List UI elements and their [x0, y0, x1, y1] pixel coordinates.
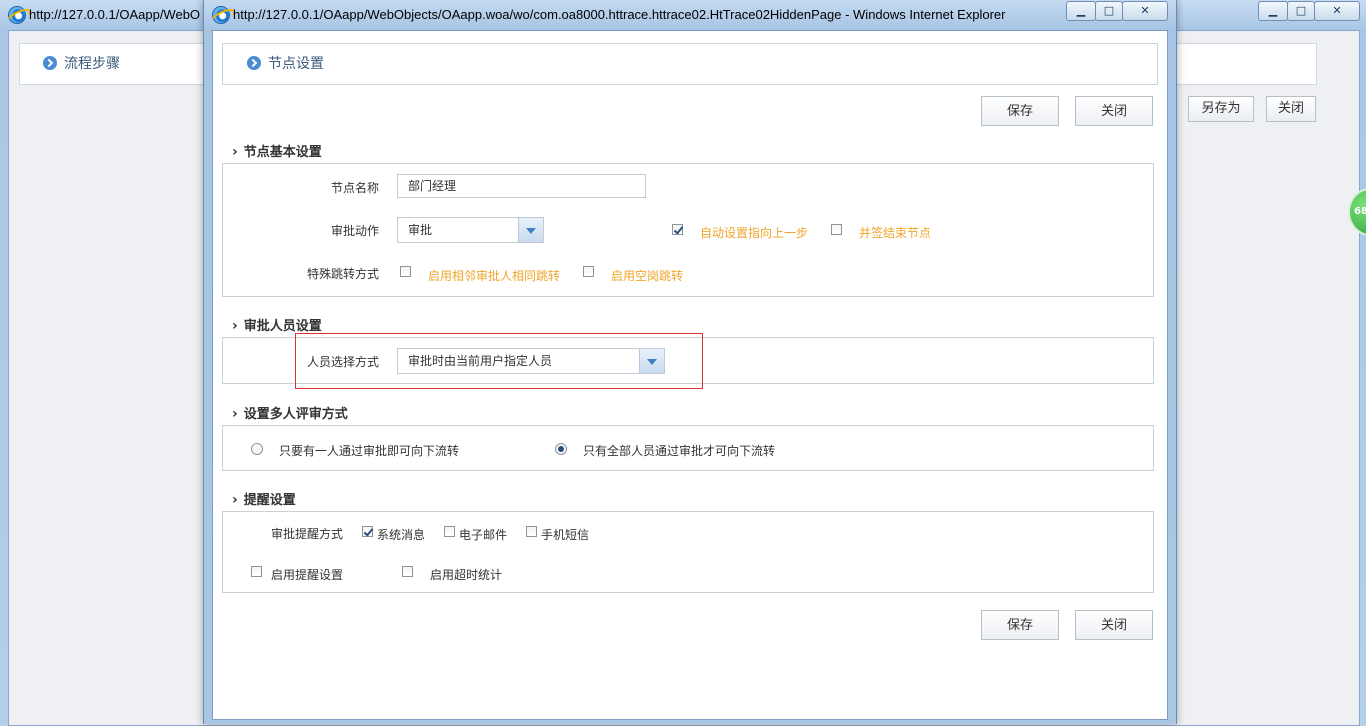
all-pass-radio[interactable] — [555, 443, 567, 455]
page-title: 节点设置 — [268, 56, 324, 72]
ie-icon — [213, 7, 229, 23]
system-message-label: 系统消息 — [377, 528, 426, 542]
popup-window-title: http://127.0.0.1/OAapp/WebObjects/OAapp.… — [233, 7, 1006, 22]
background-window-title: http://127.0.0.1/OAapp/WebO — [29, 7, 201, 22]
maximize-button[interactable]: □ — [1095, 1, 1123, 21]
minimize-button[interactable]: ▁ — [1066, 1, 1096, 21]
special-jump-label: 特殊跳转方式 — [307, 267, 380, 281]
countersign-end-checkbox[interactable] — [831, 224, 842, 235]
system-message-checkbox[interactable] — [362, 526, 373, 537]
node-settings-header — [222, 43, 1158, 85]
reminder-method-label: 审批提醒方式 — [271, 527, 344, 541]
save-button[interactable]: 保存 — [981, 610, 1059, 640]
section-title-reminder: 提醒设置 — [232, 489, 296, 508]
enable-reminder-checkbox[interactable] — [251, 566, 262, 577]
any-one-pass-radio[interactable] — [251, 443, 263, 455]
enable-timeout-checkbox[interactable] — [402, 566, 413, 577]
enable-timeout-label: 启用超时统计 — [430, 568, 503, 582]
maximize-button[interactable]: □ — [1287, 1, 1315, 21]
section-title-basic: 节点基本设置 — [232, 141, 322, 160]
background-close-button[interactable]: 关闭 — [1266, 96, 1316, 122]
adjacent-same-jump-checkbox[interactable] — [400, 266, 411, 277]
email-label: 电子邮件 — [459, 528, 508, 542]
section-title-multi-review: 设置多人评审方式 — [232, 403, 348, 422]
chevron-circle-icon — [43, 56, 57, 70]
chevron-down-icon[interactable] — [518, 218, 543, 242]
any-one-pass-label: 只要有一人通过审批即可向下流转 — [279, 444, 460, 458]
minimize-button[interactable]: ▁ — [1258, 1, 1288, 21]
save-as-button[interactable]: 另存为 — [1188, 96, 1254, 122]
enable-reminder-label: 启用提醒设置 — [271, 568, 344, 582]
sms-checkbox[interactable] — [526, 526, 537, 537]
save-button[interactable]: 保存 — [981, 96, 1059, 126]
close-window-button[interactable]: ✕ — [1122, 1, 1168, 21]
close-button[interactable]: 关闭 — [1075, 96, 1153, 126]
all-pass-label: 只有全部人员通过审批才可向下流转 — [583, 444, 776, 458]
sms-label: 手机短信 — [541, 528, 590, 542]
ie-icon — [9, 7, 25, 23]
adjacent-same-jump-label: 启用相邻审批人相同跳转 — [428, 269, 561, 283]
approval-action-value: 审批 — [408, 223, 433, 237]
auto-point-prev-checkbox[interactable] — [672, 224, 683, 235]
vacant-jump-label: 启用空岗跳转 — [611, 269, 684, 283]
close-window-button[interactable]: ✕ — [1314, 1, 1360, 21]
email-checkbox[interactable] — [444, 526, 455, 537]
countersign-end-label: 并签结束节点 — [859, 226, 932, 240]
highlight-annotation — [295, 333, 703, 389]
background-page-title: 流程步骤 — [64, 56, 120, 72]
close-button[interactable]: 关闭 — [1075, 610, 1153, 640]
node-name-input[interactable]: 部门经理 — [397, 174, 646, 198]
approval-action-label: 审批动作 — [331, 224, 380, 238]
vacant-jump-checkbox[interactable] — [583, 266, 594, 277]
section-title-approver: 审批人员设置 — [232, 315, 322, 334]
auto-point-prev-label: 自动设置指向上一步 — [700, 226, 809, 240]
reminder-box — [222, 511, 1154, 593]
chevron-circle-icon — [247, 56, 261, 70]
approval-action-select[interactable]: 审批 — [397, 217, 544, 243]
node-name-label: 节点名称 — [331, 181, 380, 195]
